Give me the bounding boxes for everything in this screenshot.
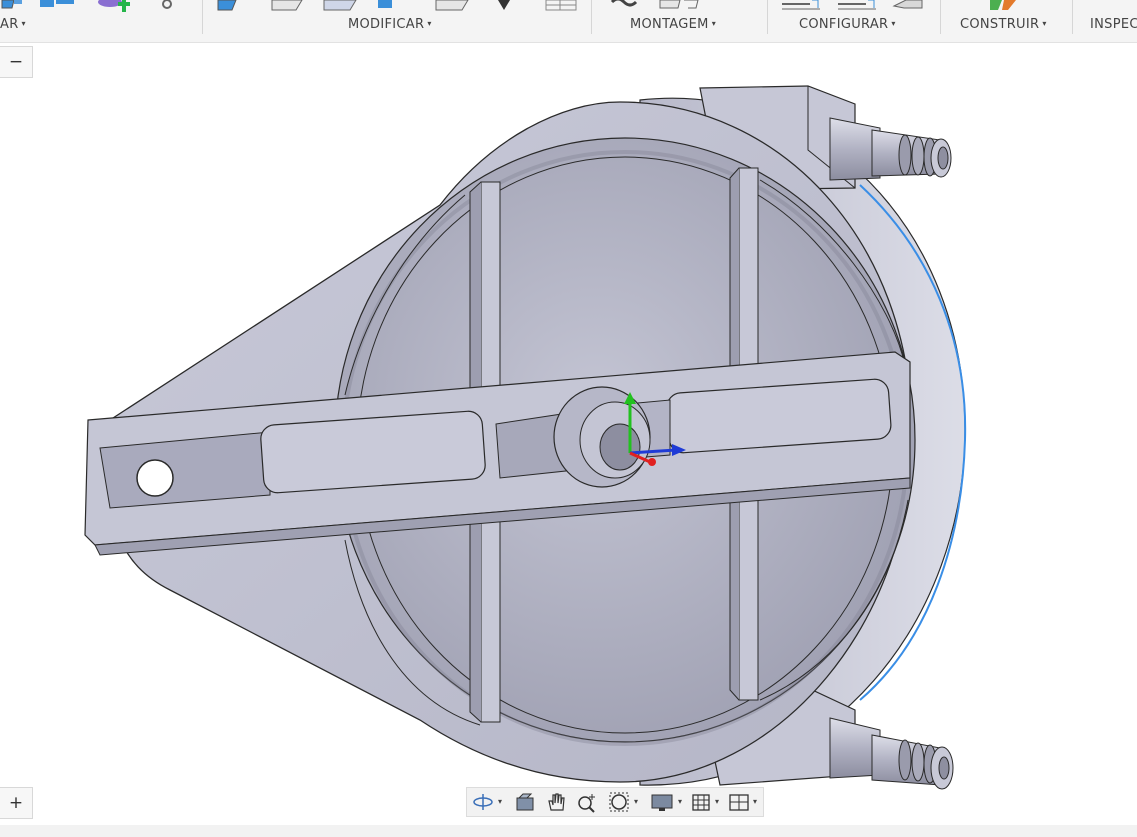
- create-form-icon[interactable]: [96, 0, 138, 14]
- toolbar-group-configure[interactable]: CONFIGURAR ▾: [799, 17, 896, 32]
- construct-plane-icon[interactable]: [988, 0, 1020, 12]
- nozzle-bottom: [829, 717, 954, 790]
- grid-icon[interactable]: [689, 791, 713, 813]
- chevron-down-icon[interactable]: ▾: [498, 797, 502, 806]
- collapse-panel-button[interactable]: −: [0, 46, 33, 78]
- chevron-down-icon: ▾: [891, 19, 896, 28]
- design-canvas[interactable]: − +: [0, 43, 1137, 825]
- chevron-down-icon: ▾: [711, 19, 717, 28]
- viewports-icon[interactable]: [727, 791, 751, 813]
- chevron-down-icon: ▾: [1042, 19, 1047, 28]
- create-sketch-icon[interactable]: [0, 0, 30, 12]
- mounting-hole: [136, 459, 174, 497]
- toolbar-group-inspect[interactable]: INSPEC: [1090, 17, 1137, 32]
- toolbar-group-construct[interactable]: CONSTRUIR ▾: [960, 17, 1047, 32]
- expand-panel-button[interactable]: +: [0, 787, 33, 819]
- shell-icon[interactable]: [376, 0, 396, 12]
- chamfer-icon[interactable]: [322, 0, 362, 12]
- toolbar-group-inspect-label: INSPEC: [1090, 17, 1137, 32]
- change-parameters-icon[interactable]: [892, 0, 928, 12]
- toolbar-group-create-label: AR: [0, 17, 19, 32]
- toolbar-group-modify[interactable]: MODIFICAR ▾: [348, 17, 432, 32]
- scale-icon[interactable]: [434, 0, 474, 12]
- toolbar-group-configure-label: CONFIGURAR: [799, 17, 889, 32]
- new-component-icon[interactable]: [608, 0, 642, 12]
- chevron-down-icon: ▾: [21, 19, 26, 28]
- insert-gear-icon[interactable]: [160, 0, 176, 12]
- toolbar-group-create[interactable]: AR ▾: [0, 17, 26, 32]
- create-box-icon[interactable]: [38, 0, 78, 12]
- press-pull-icon[interactable]: [214, 0, 244, 12]
- navigation-bar: ▾ ▾ ▾ ▾ ▾: [466, 787, 764, 817]
- chevron-down-icon: ▾: [427, 19, 432, 28]
- toolbar-group-assemble[interactable]: MONTAGEM ▾: [630, 17, 716, 32]
- 3d-model-housing[interactable]: [0, 43, 1137, 825]
- ribbon-toolbar: AR ▾ MODIFICAR ▾ MONTAGEM ▾ CONFIGURAR ▾ CON…: [0, 0, 1137, 43]
- zoom-icon[interactable]: [575, 791, 599, 813]
- look-at-icon[interactable]: [513, 791, 537, 813]
- toolbar-separator: [940, 0, 941, 34]
- chevron-down-icon[interactable]: ▾: [634, 797, 638, 806]
- toolbar-separator: [767, 0, 768, 34]
- configuration-table-icon[interactable]: [836, 0, 880, 12]
- orbit-icon[interactable]: [471, 791, 495, 813]
- combine-icon[interactable]: [496, 0, 512, 12]
- joint-icon[interactable]: [658, 0, 702, 12]
- nozzle-top: [829, 117, 952, 181]
- fit-window-icon[interactable]: [607, 791, 631, 813]
- align-icon[interactable]: [544, 0, 580, 12]
- toolbar-separator: [1072, 0, 1073, 34]
- display-settings-icon[interactable]: [649, 791, 677, 813]
- pivot-hole: [599, 423, 641, 471]
- chevron-down-icon[interactable]: ▾: [753, 797, 757, 806]
- chevron-down-icon[interactable]: ▾: [678, 797, 682, 806]
- fillet-icon[interactable]: [270, 0, 306, 12]
- chevron-down-icon[interactable]: ▾: [715, 797, 719, 806]
- toolbar-group-assemble-label: MONTAGEM: [630, 17, 709, 32]
- toolbar-group-construct-label: CONSTRUIR: [960, 17, 1040, 32]
- toolbar-separator: [202, 0, 203, 34]
- toolbar-group-modify-label: MODIFICAR: [348, 17, 425, 32]
- status-bar: [0, 825, 1137, 837]
- parameters-icon[interactable]: [780, 0, 824, 12]
- pan-hand-icon[interactable]: [545, 791, 569, 813]
- toolbar-separator: [591, 0, 592, 34]
